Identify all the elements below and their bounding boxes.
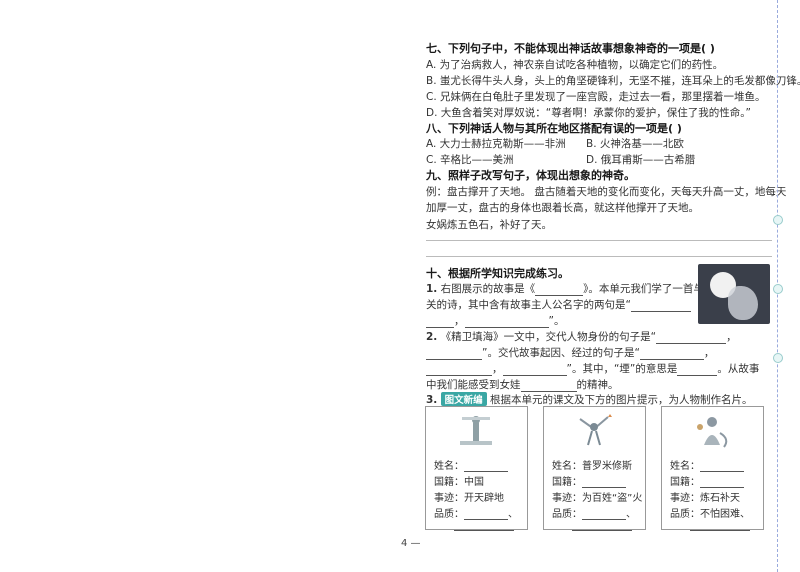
- q10-item3-text: 根据本单元的课文及下方的图片提示，为人物制作名片。: [490, 394, 753, 406]
- q7-title: 七、下列句子中，不能体现出神话故事想象神奇的一项是( ): [426, 42, 715, 55]
- card2-quality: 品质：、: [552, 509, 636, 520]
- card3-quality-blank[interactable]: [690, 519, 750, 531]
- q10-item2-text-h: 中我们能感受到女娃: [426, 379, 521, 391]
- card1-quality-blank-2[interactable]: [454, 519, 514, 531]
- q7-option-a[interactable]: A. 为了治病救人，神农亲自试吃各种植物，以确定它们的药性。: [426, 57, 723, 72]
- q7-option-c[interactable]: C. 兄妹俩在白龟肚子里发现了一座宫殿，走过去一看，那里摆着一堆鱼。: [426, 89, 766, 104]
- section-divider: [426, 256, 772, 257]
- card1-deed: 事迹：开天辟地: [434, 493, 504, 504]
- q10-item2-line3: ， ”。其中，“堙”的意思是 。从故事: [426, 361, 759, 376]
- q10-item2-line1: 2. 《精卫填海》一文中，交代人物身份的句子是“ ，: [426, 329, 737, 344]
- card3-name: 姓名：: [670, 457, 744, 472]
- q9-answer-line[interactable]: [426, 240, 772, 241]
- cause-sentence-blank-3[interactable]: [502, 364, 567, 376]
- workbook-page: 七、下列句子中，不能体现出神话故事想象神奇的一项是( ) A. 为了治病救人，神…: [0, 0, 800, 572]
- poem-line-blank-1-cont[interactable]: [426, 316, 454, 328]
- spirit-blank[interactable]: [520, 380, 577, 392]
- q9-example-line-2: 加厚一丈，盘古的身体也跟着长高，就这样他撑开了天地。: [426, 202, 699, 214]
- prometheus-figure-icon: [579, 414, 612, 446]
- q10-item2-text-c: ”。交代故事起因、经过的句子是“: [482, 347, 640, 359]
- q10-item2-text-f: ”。其中，“堙”的意思是: [566, 363, 678, 375]
- q10-item1-line1: 1. 右图展示的故事是《 》。本单元我们学了一首与之有: [426, 281, 725, 296]
- q10-item2-text-a: 《精卫填海》一文中，交代人物身份的句子是“: [440, 331, 657, 343]
- card3-name-blank[interactable]: [700, 460, 744, 472]
- q10-item3-number: 3.: [426, 394, 438, 406]
- card1-region: 国籍：中国: [434, 477, 484, 488]
- name-card-1: 姓名： 国籍：中国 事迹：开天辟地 品质：、: [425, 406, 528, 531]
- nuwa-figure-icon: [697, 417, 728, 448]
- binding-hole-3: [773, 353, 783, 363]
- card3-quality: 品质：不怕困难、: [670, 509, 750, 520]
- q10-item1-line2: 关的诗，其中含有故事主人公名字的两句是“: [426, 297, 691, 312]
- q10-item2-text-e: ，: [492, 363, 503, 375]
- word-meaning-blank[interactable]: [677, 364, 718, 376]
- q10-item2-text-d: ，: [703, 347, 715, 359]
- q9-prompt: 女娲炼五色石，补好了天。: [426, 219, 552, 231]
- card2-quality-line-2: [572, 519, 632, 531]
- q10-item1-text-e: ”。: [548, 315, 565, 327]
- q10-item2-number: 2.: [426, 331, 438, 343]
- card2-quality-blank-2[interactable]: [572, 519, 632, 531]
- q10-title: 十、根据所学知识完成练习。: [426, 267, 569, 280]
- q7-option-b[interactable]: B. 蚩尤长得牛头人身，头上的角坚硬锋利，无坚不摧，连耳朵上的毛发都像刀锋。: [426, 73, 800, 88]
- poem-line-blank-1[interactable]: [630, 300, 691, 312]
- card2-region-blank[interactable]: [582, 476, 626, 488]
- flying-figure-icon: [728, 286, 758, 320]
- q7-option-d[interactable]: D. 大鱼含着笑对厚奴说：“尊者啊！承蒙你的爱护，保住了我的性命。”: [426, 105, 751, 120]
- identity-sentence-blank-1[interactable]: [656, 332, 727, 344]
- binding-hole-1: [773, 215, 783, 225]
- story-title-blank[interactable]: [535, 284, 584, 296]
- q10-item2-text-i: 的精神。: [576, 379, 619, 391]
- card2-region: 国籍：: [552, 473, 626, 488]
- q8-option-a[interactable]: A. 大力士赫拉克勒斯——非洲: [426, 136, 566, 151]
- q8-option-b[interactable]: B. 火神洛基——北欧: [586, 136, 684, 151]
- q10-item1-text-c: 关的诗，其中含有故事主人公名字的两句是“: [426, 299, 631, 311]
- poem-line-blank-2[interactable]: [464, 316, 549, 328]
- q10-item2-line2: ”。交代故事起因、经过的句子是“ ，: [426, 345, 714, 360]
- card1-name: 姓名：: [434, 457, 508, 472]
- name-card-3: 姓名： 国籍： 事迹：炼石补天 品质：不怕困难、: [661, 406, 764, 531]
- q10-item2-text-g: 。从故事: [717, 363, 760, 375]
- identity-sentence-blank-2[interactable]: [426, 348, 482, 360]
- card3-deed: 事迹：炼石补天: [670, 493, 740, 504]
- card1-quality-line-2: [454, 519, 514, 531]
- q9-title: 九、照样子改写句子，体现出想象的神奇。: [426, 169, 635, 182]
- card3-region: 国籍：: [670, 473, 744, 488]
- q10-item1-number: 1.: [426, 283, 438, 295]
- q10-item1-text-a: 右图展示的故事是《: [440, 283, 536, 295]
- q10-item1-text-d: ，: [454, 315, 465, 327]
- q10-item1-line3: ， ”。: [426, 313, 564, 328]
- cause-sentence-blank-1[interactable]: [639, 348, 704, 360]
- q9-example-line-1: 例：盘古撑开了天地。 盘古随着天地的变化而变化，天每天升高一丈，地每天: [426, 186, 787, 198]
- q8-option-d[interactable]: D. 俄耳甫斯——古希腊: [586, 152, 695, 167]
- q10-item2-text-b: ，: [726, 331, 737, 343]
- pangu-figure-icon: [460, 416, 492, 445]
- q10-item3-line: 3. 图文新编 根据本单元的课文及下方的图片提示，为人物制作名片。: [426, 392, 753, 407]
- q8-title: 八、下列神话人物与其所在地区搭配有误的一项是( ): [426, 122, 682, 135]
- card2-name: 姓名：普罗米修斯: [552, 461, 632, 472]
- card3-region-blank[interactable]: [700, 476, 744, 488]
- cause-sentence-blank-2[interactable]: [426, 364, 492, 376]
- page-number: 4 —: [401, 538, 421, 549]
- card2-deed: 事迹：为百姓“盗”火: [552, 493, 643, 504]
- name-card-2: 姓名：普罗米修斯 国籍： 事迹：为百姓“盗”火 品质：、: [543, 406, 646, 531]
- q10-item2-line4: 中我们能感受到女娃 的精神。: [426, 377, 619, 392]
- q8-option-c[interactable]: C. 辛格比——美洲: [426, 152, 514, 167]
- card1-name-blank[interactable]: [464, 460, 508, 472]
- card3-quality-line-2: [690, 519, 750, 531]
- binding-hole-2: [773, 284, 783, 294]
- card1-quality: 品质：、: [434, 509, 518, 520]
- task-badge: 图文新编: [440, 392, 487, 406]
- story-illustration: [698, 264, 770, 324]
